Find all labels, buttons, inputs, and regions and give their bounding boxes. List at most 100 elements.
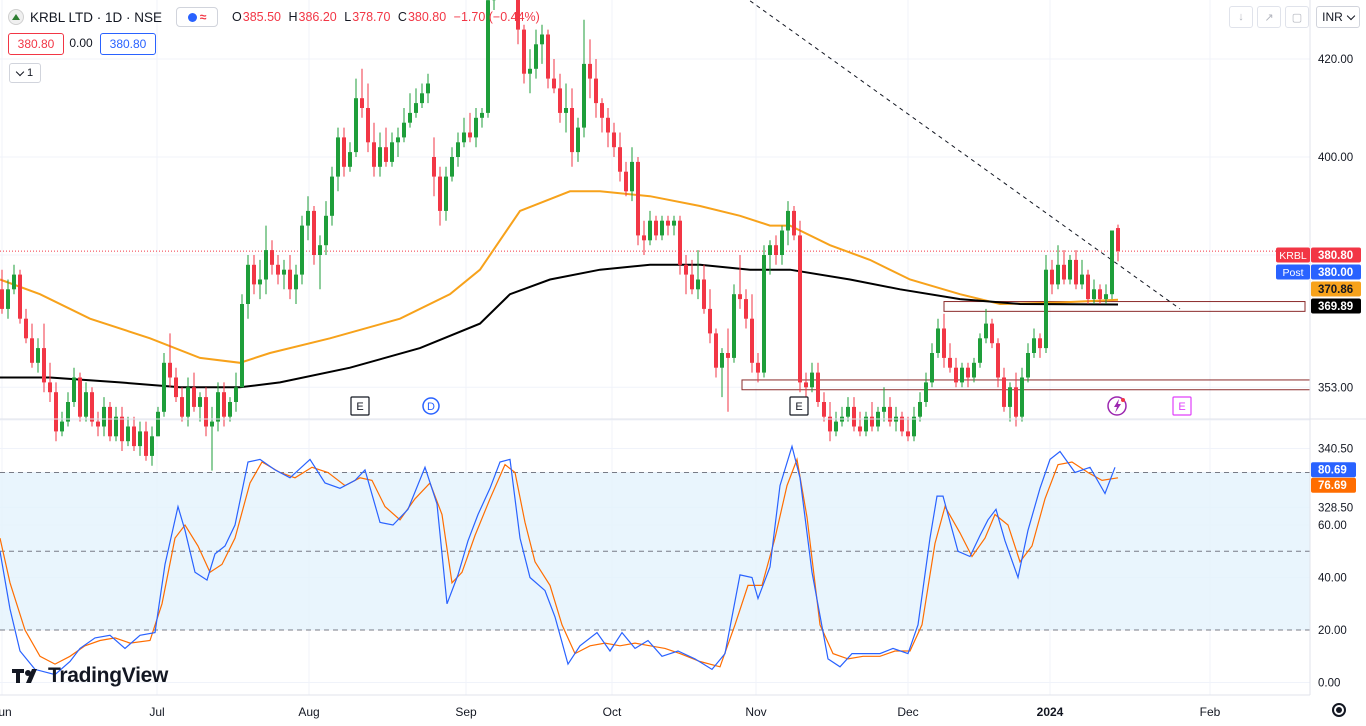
candle-body [300, 225, 304, 275]
fullscreen-icon[interactable]: ▢ [1285, 6, 1309, 28]
candle-body [144, 431, 148, 456]
candle-body [972, 362, 976, 378]
candle [204, 387, 208, 437]
candle [540, 24, 544, 64]
candle [816, 362, 820, 407]
event-marker[interactable] [1107, 396, 1127, 416]
candle [348, 142, 352, 172]
candle-body [246, 264, 250, 304]
compare-icon[interactable]: ≈ [176, 7, 219, 27]
candle-body [768, 245, 772, 255]
candle-body [0, 289, 4, 309]
candle-body [366, 108, 370, 143]
candle-body [1014, 387, 1018, 417]
tradingview-logo[interactable]: TradingView [12, 664, 168, 688]
price-label-value: 370.86 [1318, 284, 1353, 296]
candle [48, 362, 52, 402]
arrow-down-icon[interactable]: ↓ [1229, 6, 1253, 28]
candle [228, 397, 232, 422]
candle [180, 387, 184, 422]
candle-body [180, 397, 184, 417]
candle-body [1110, 230, 1114, 295]
candle-body [930, 353, 934, 383]
candle [294, 264, 298, 304]
stoch-axis-ticks[interactable]: 80.0060.0040.0020.000.00 [1318, 468, 1347, 690]
candle [684, 255, 688, 295]
change-value: −1.70 (−0.44%) [453, 10, 540, 24]
candle [36, 338, 40, 373]
candle-body [54, 392, 58, 432]
candle [960, 362, 964, 388]
candle [870, 402, 874, 432]
event-marker[interactable]: E [789, 396, 809, 416]
candle-body [168, 362, 172, 378]
candle-body [684, 264, 688, 275]
candle-body [912, 416, 916, 437]
candle-body [1050, 269, 1054, 285]
time-tick-label: Feb [1200, 705, 1221, 719]
candle-body [726, 353, 730, 358]
legend-toggle-button[interactable]: 1 [9, 63, 41, 83]
currency-select[interactable]: INR [1316, 6, 1360, 28]
buy-price-button[interactable]: 380.80 [100, 33, 156, 55]
price-label: 369.89 [1311, 298, 1361, 314]
candle-body [480, 112, 484, 118]
candle [654, 215, 658, 241]
candle-body [810, 372, 814, 388]
candle [1026, 343, 1030, 383]
candle-body [342, 137, 346, 167]
candle [732, 284, 736, 363]
candle-body [720, 353, 724, 368]
candle-body [1038, 338, 1042, 349]
candle [1014, 372, 1018, 427]
candle-body [12, 274, 16, 290]
time-axis-ticks[interactable]: Jun Jul Aug Sep Oct Nov Dec 2024 Feb [0, 705, 1221, 719]
candle [888, 397, 892, 427]
candle [792, 206, 796, 241]
candle-body [120, 416, 124, 442]
candle-body [372, 142, 376, 167]
candle-body [288, 269, 292, 290]
trendline[interactable] [503, 0, 1181, 310]
candle [66, 392, 70, 427]
candle [462, 117, 466, 148]
settings-gear-icon[interactable] [1332, 703, 1346, 717]
candle [54, 382, 58, 442]
candle-body [762, 255, 766, 373]
candle-body [804, 382, 808, 388]
candle [174, 367, 178, 402]
close-label: C [397, 10, 407, 24]
candle [60, 411, 64, 437]
sell-price-button[interactable]: 380.80 [8, 33, 64, 55]
candle [546, 29, 550, 89]
candle [978, 333, 982, 368]
earnings-label: E [1178, 401, 1185, 413]
candle-body [102, 406, 106, 427]
candle-body [690, 274, 694, 290]
collapse-icon[interactable]: ↗ [1257, 6, 1281, 28]
event-marker[interactable]: E [1172, 396, 1192, 416]
candle [762, 245, 766, 378]
candle [432, 137, 436, 197]
time-tick-label: Nov [745, 705, 766, 719]
candle [1110, 230, 1114, 300]
chart-canvas[interactable]: EDEE 460.00440.00420.00400.00380.00353.0… [0, 0, 1366, 726]
candle-body [420, 93, 424, 104]
candle-body [642, 235, 646, 241]
candle-body [990, 323, 994, 344]
candle-body [108, 406, 112, 437]
candle [840, 406, 844, 427]
symbol-title[interactable]: KRBL LTD · 1D · NSE [30, 10, 162, 25]
candle [78, 372, 82, 422]
event-marker[interactable]: D [422, 397, 440, 415]
candle [606, 108, 610, 148]
candle [918, 392, 922, 422]
candle [1008, 382, 1012, 422]
candle-body [678, 220, 682, 265]
event-marker[interactable]: E [350, 396, 370, 416]
candle-body [90, 392, 94, 422]
price-tick-label: 400.00 [1318, 152, 1353, 164]
candle [798, 220, 802, 393]
candle-body [126, 426, 130, 442]
price-tick-label: 353.00 [1318, 382, 1353, 394]
